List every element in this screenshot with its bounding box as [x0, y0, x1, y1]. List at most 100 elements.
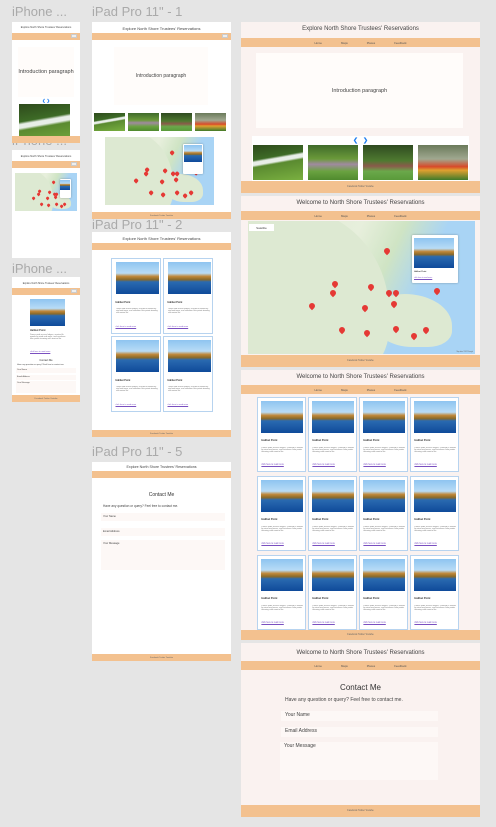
nav-feedback[interactable]: Feedback [394, 664, 406, 668]
chevron-right-icon[interactable]: ❯ [47, 98, 50, 103]
iphone-places-frame: Explore North Shore Trustees' Reservatio… [12, 277, 80, 402]
name-input[interactable]: Your Name [101, 513, 225, 521]
ipad-home-frame: Explore North Shore Trustees' Reservatio… [92, 22, 231, 219]
place-photo [184, 145, 203, 163]
garden-photo [308, 145, 358, 180]
footer: Facebook Twitter Youtube [12, 395, 80, 402]
garden-photo [94, 113, 125, 131]
frame-label: iPad Pro 11" - 1 [92, 4, 183, 19]
nav-feedback[interactable]: Feedback [394, 388, 406, 392]
place-photo [414, 480, 457, 512]
nav-feedback[interactable]: Feedback [394, 41, 406, 45]
reservations-map[interactable] [105, 137, 214, 205]
carousel-arrows[interactable]: ❮ ❯ [252, 137, 469, 144]
message-input[interactable]: Your Message [101, 540, 225, 570]
place-name: Halibut Point [363, 518, 380, 522]
message-input[interactable]: Your Message [280, 742, 438, 780]
intro-paragraph: Introduction paragraph [114, 47, 208, 105]
email-input[interactable]: Email Address [101, 528, 225, 536]
chevron-left-icon[interactable]: ❮ [353, 138, 358, 144]
nav-maps[interactable]: Maps [341, 41, 348, 45]
read-more-link[interactable]: click here to read more [312, 622, 334, 624]
nav-maps[interactable]: Maps [341, 388, 348, 392]
place-name: Halibut Point [30, 329, 46, 332]
read-more-link[interactable]: click here to read more [116, 404, 137, 406]
read-more-link[interactable]: click here to read more [414, 464, 436, 466]
ipad-places-frame: Explore North Shore Trustees' Reservatio… [92, 232, 231, 437]
nav-home[interactable]: Home [314, 388, 321, 392]
place-photo [60, 179, 71, 191]
read-more-link[interactable]: click here to read more [261, 464, 283, 466]
nav-bar [92, 33, 231, 40]
menu-icon[interactable] [71, 289, 77, 293]
place-description: Dunes wide across ledges, scented fir wo… [312, 604, 354, 611]
read-more-link[interactable]: click here to read more [363, 543, 385, 545]
read-more-link[interactable]: click here to read more [312, 464, 334, 466]
place-card: Halibut Point Dunes wide across ledges, s… [257, 476, 306, 551]
read-more-link[interactable]: click here to read more [30, 351, 50, 353]
desktop-map-frame: Welcome to North Shore Trustees' Reserva… [241, 196, 480, 367]
carousel-arrows[interactable]: ❮ ❯ [12, 98, 80, 103]
place-photo [414, 238, 454, 268]
place-name: Halibut Point [363, 597, 380, 601]
read-more-link[interactable]: click here to read more [414, 622, 436, 624]
reservations-map[interactable]: Satellite Halibut Point click here to re… [248, 221, 475, 354]
place-photo [312, 480, 355, 512]
place-photo [312, 559, 355, 591]
map-pin-icon[interactable] [51, 180, 56, 184]
footer: Facebook Twitter Youtube [92, 654, 231, 661]
reservations-map[interactable] [15, 173, 77, 211]
chevron-right-icon[interactable]: ❯ [363, 138, 368, 144]
read-more-link[interactable]: click here to read more [168, 404, 189, 406]
read-more-link[interactable]: click here to read more [168, 326, 189, 328]
place-description: Dunes wide across ledges, scented fir wo… [312, 525, 354, 532]
menu-icon[interactable] [71, 162, 77, 166]
map-pin-icon[interactable] [432, 286, 442, 295]
read-more-link[interactable]: click here to read more [363, 622, 385, 624]
name-input[interactable]: Your Name [16, 368, 76, 373]
place-card: Halibut Point Dunes wide across ledges, s… [163, 258, 213, 334]
contact-title: Contact Me [39, 359, 53, 362]
read-more-link[interactable]: click here to read more [312, 543, 334, 545]
contact-title: Contact Me [340, 683, 381, 692]
place-photo [261, 401, 304, 433]
place-card: Halibut Point Dunes wide across ledges, s… [111, 336, 161, 412]
place-photo [167, 262, 211, 294]
nav-feedback[interactable]: Feedback [394, 214, 406, 218]
place-card: Halibut Point Dunes wide across ledges, s… [111, 258, 161, 334]
email-input[interactable]: Email Address [16, 375, 76, 380]
read-more-link[interactable]: click here to read more [414, 543, 436, 545]
map-pin-icon[interactable] [169, 149, 175, 155]
nav-maps[interactable]: Maps [341, 214, 348, 218]
map-pin-icon[interactable] [382, 246, 392, 255]
read-more-link[interactable]: click here to read more [261, 622, 283, 624]
nav-places[interactable]: Places [367, 664, 375, 668]
map-pin-icon[interactable] [31, 196, 35, 200]
nav-places[interactable]: Places [367, 388, 375, 392]
nav-places[interactable]: Places [367, 41, 375, 45]
contact-subtitle: Have any question or query? Feel free to… [285, 697, 403, 703]
popup-link[interactable]: click here to read more [414, 277, 432, 279]
read-more-link[interactable]: click here to read more [261, 543, 283, 545]
desktop-home-frame: Explore North Shore Trustees' Reservatio… [241, 22, 480, 193]
contact-subtitle: Have any question or query? Feel free to… [17, 364, 65, 366]
menu-icon[interactable] [222, 34, 228, 38]
name-input[interactable]: Your Name [281, 711, 438, 721]
chevron-left-icon[interactable]: ❮ [42, 98, 45, 103]
nav-places[interactable]: Places [367, 214, 375, 218]
read-more-link[interactable]: click here to read more [363, 464, 385, 466]
place-photo [312, 401, 355, 433]
nav-home[interactable]: Home [314, 41, 321, 45]
nav-home[interactable]: Home [314, 214, 321, 218]
message-input[interactable]: Your Message [16, 381, 76, 393]
place-description: Dunes wide across ledges, scented fir wo… [115, 308, 158, 315]
place-photo [30, 299, 65, 326]
garden-photo [418, 145, 468, 180]
nav-maps[interactable]: Maps [341, 664, 348, 668]
email-input[interactable]: Email Address [281, 727, 438, 737]
nav-home[interactable]: Home [314, 664, 321, 668]
menu-icon[interactable] [71, 34, 77, 38]
satellite-toggle[interactable]: Satellite [249, 224, 274, 231]
place-description: Dunes wide across ledges, scented fir wo… [167, 308, 210, 315]
read-more-link[interactable]: click here to read more [116, 326, 137, 328]
